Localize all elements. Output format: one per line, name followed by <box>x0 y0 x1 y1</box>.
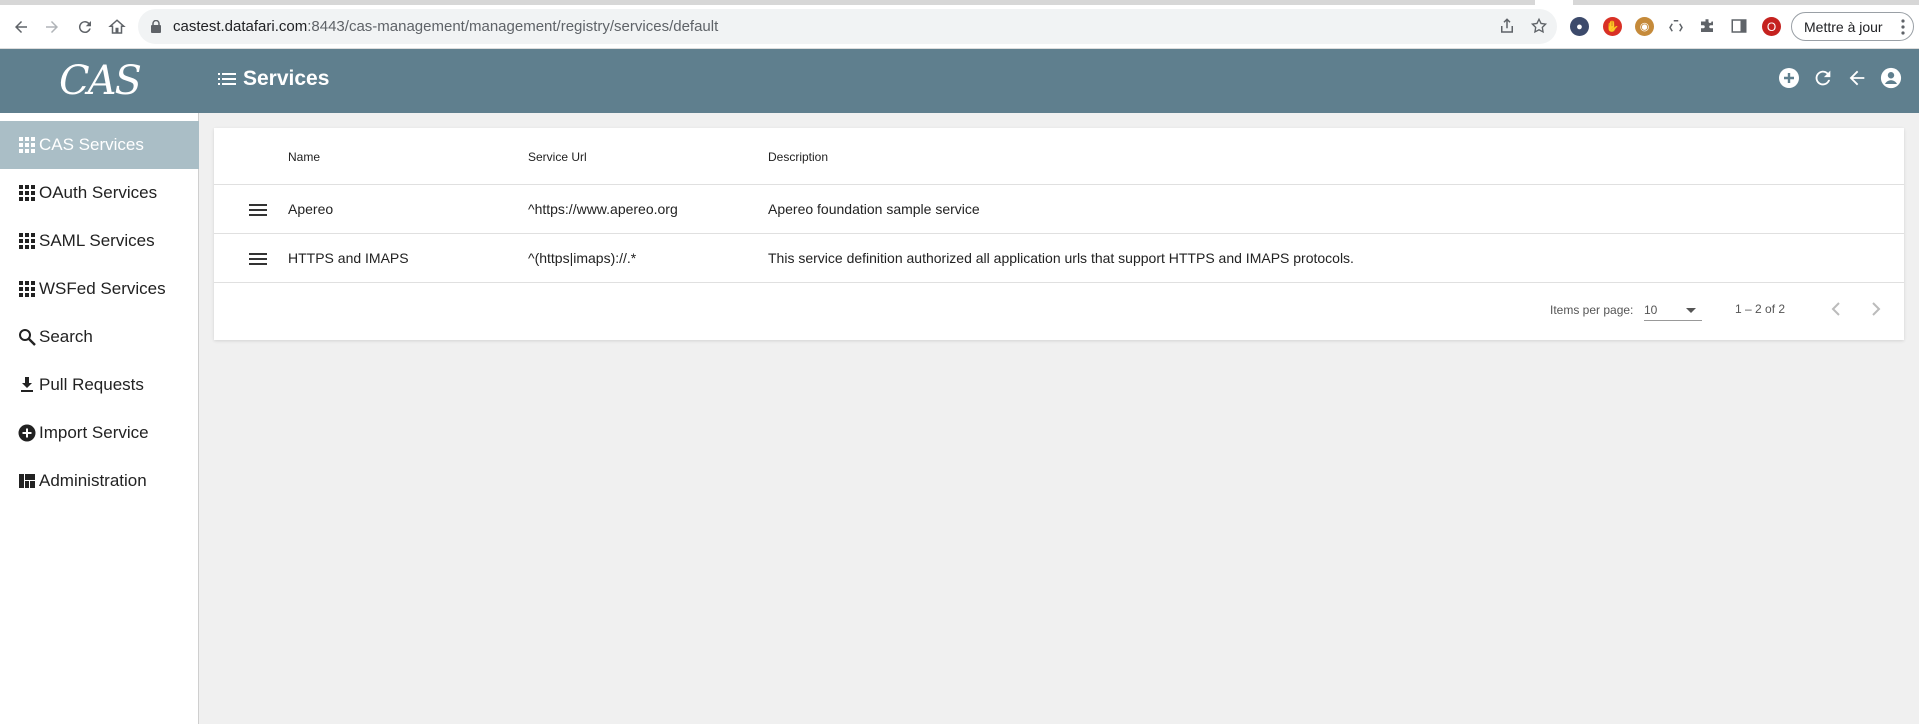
sidebar-item-label: WSFed Services <box>39 279 166 298</box>
update-button[interactable]: Mettre à jour <box>1791 12 1914 41</box>
password-manager-icon[interactable]: ● <box>1570 17 1589 36</box>
refresh-icon[interactable] <box>1811 66 1835 90</box>
dashboard-icon <box>18 472 36 490</box>
browser-toolbar: castest.datafari.com:8443/cas-management… <box>0 0 1919 49</box>
sidebar-item-wsfed-services[interactable]: WSFed Services <box>0 265 199 313</box>
row-menu-icon[interactable] <box>248 202 268 218</box>
apps-grid-icon <box>18 184 36 202</box>
sidebar-item-label: Import Service <box>39 423 149 442</box>
sidebar-item-label: OAuth Services <box>39 183 158 202</box>
back-icon[interactable] <box>8 14 34 40</box>
column-header-description[interactable]: Description <box>768 150 828 164</box>
sidebar-item-pull-requests[interactable]: Pull Requests <box>0 361 199 409</box>
adblock-icon[interactable]: ✋ <box>1603 17 1622 36</box>
apps-grid-icon <box>18 280 36 298</box>
next-page-icon[interactable] <box>1866 299 1886 319</box>
sidebar-item-search[interactable]: Search <box>0 313 199 361</box>
forward-icon[interactable] <box>39 14 65 40</box>
column-header-service-url[interactable]: Service Url <box>528 150 587 164</box>
list-icon <box>218 73 236 85</box>
page-title: Services <box>243 67 330 90</box>
sidebar: CAS CAS Services OAuth Services SAML Ser… <box>0 49 199 724</box>
row-service-description: This service definition authorized all a… <box>768 250 1354 266</box>
sidebar-item-saml-services[interactable]: SAML Services <box>0 217 199 265</box>
divider <box>214 233 1904 234</box>
page-range-label: 1 – 2 of 2 <box>1735 302 1786 316</box>
app-header: Services <box>199 49 1919 113</box>
row-service-url: ^(https|imaps)://.* <box>528 250 637 266</box>
search-icon <box>18 328 36 346</box>
apps-grid-icon <box>18 232 36 250</box>
sidebar-item-import-service[interactable]: Import Service <box>0 409 199 457</box>
items-per-page-label: Items per page: <box>1550 303 1634 317</box>
row-menu-icon[interactable] <box>248 251 268 267</box>
lock-icon[interactable] <box>150 20 162 33</box>
sidebar-item-label: Administration <box>39 471 147 490</box>
tab-strip-right <box>1573 0 1919 5</box>
back-arrow-icon[interactable] <box>1845 66 1869 90</box>
cas-logo: CAS <box>0 49 199 113</box>
profile-avatar[interactable]: O <box>1762 17 1781 36</box>
recycle-icon[interactable] <box>1667 17 1685 35</box>
sidebar-item-label: SAML Services <box>39 231 155 250</box>
account-circle-icon[interactable] <box>1879 66 1903 90</box>
services-table: Name Service Url Description Apereo ^htt… <box>214 128 1904 340</box>
tab-strip <box>0 0 1535 5</box>
sidebar-item-label: Search <box>39 327 93 346</box>
side-panel-icon[interactable] <box>1730 17 1748 35</box>
row-service-name[interactable]: Apereo <box>288 201 333 217</box>
home-icon[interactable] <box>104 14 130 40</box>
sidebar-item-label: Pull Requests <box>39 375 144 394</box>
reload-icon[interactable] <box>72 14 98 40</box>
page-size-select[interactable]: 10 <box>1644 297 1702 321</box>
previous-page-icon[interactable] <box>1826 299 1846 319</box>
menu-dots-icon[interactable] <box>1901 19 1905 38</box>
row-service-description: Apereo foundation sample service <box>768 201 980 217</box>
url-text[interactable]: castest.datafari.com:8443/cas-management… <box>173 18 718 35</box>
bookmark-star-icon[interactable] <box>1530 17 1548 35</box>
download-icon <box>18 376 36 394</box>
dropdown-caret-icon <box>1686 308 1696 313</box>
extensions-puzzle-icon[interactable] <box>1698 17 1716 35</box>
add-service-icon[interactable] <box>1777 66 1801 90</box>
sidebar-item-administration[interactable]: Administration <box>0 457 199 505</box>
sidebar-item-oauth-services[interactable]: OAuth Services <box>0 169 199 217</box>
sidebar-item-cas-services[interactable]: CAS Services <box>0 121 199 169</box>
add-circle-icon <box>18 424 36 442</box>
cookie-icon[interactable]: ◉ <box>1635 17 1654 36</box>
divider <box>214 184 1904 185</box>
row-service-name[interactable]: HTTPS and IMAPS <box>288 250 409 266</box>
row-service-url: ^https://www.apereo.org <box>528 201 678 217</box>
share-icon[interactable] <box>1498 17 1516 35</box>
divider <box>214 282 1904 283</box>
sidebar-item-label: CAS Services <box>39 135 144 154</box>
apps-grid-icon <box>18 136 36 154</box>
column-header-name[interactable]: Name <box>288 150 320 164</box>
